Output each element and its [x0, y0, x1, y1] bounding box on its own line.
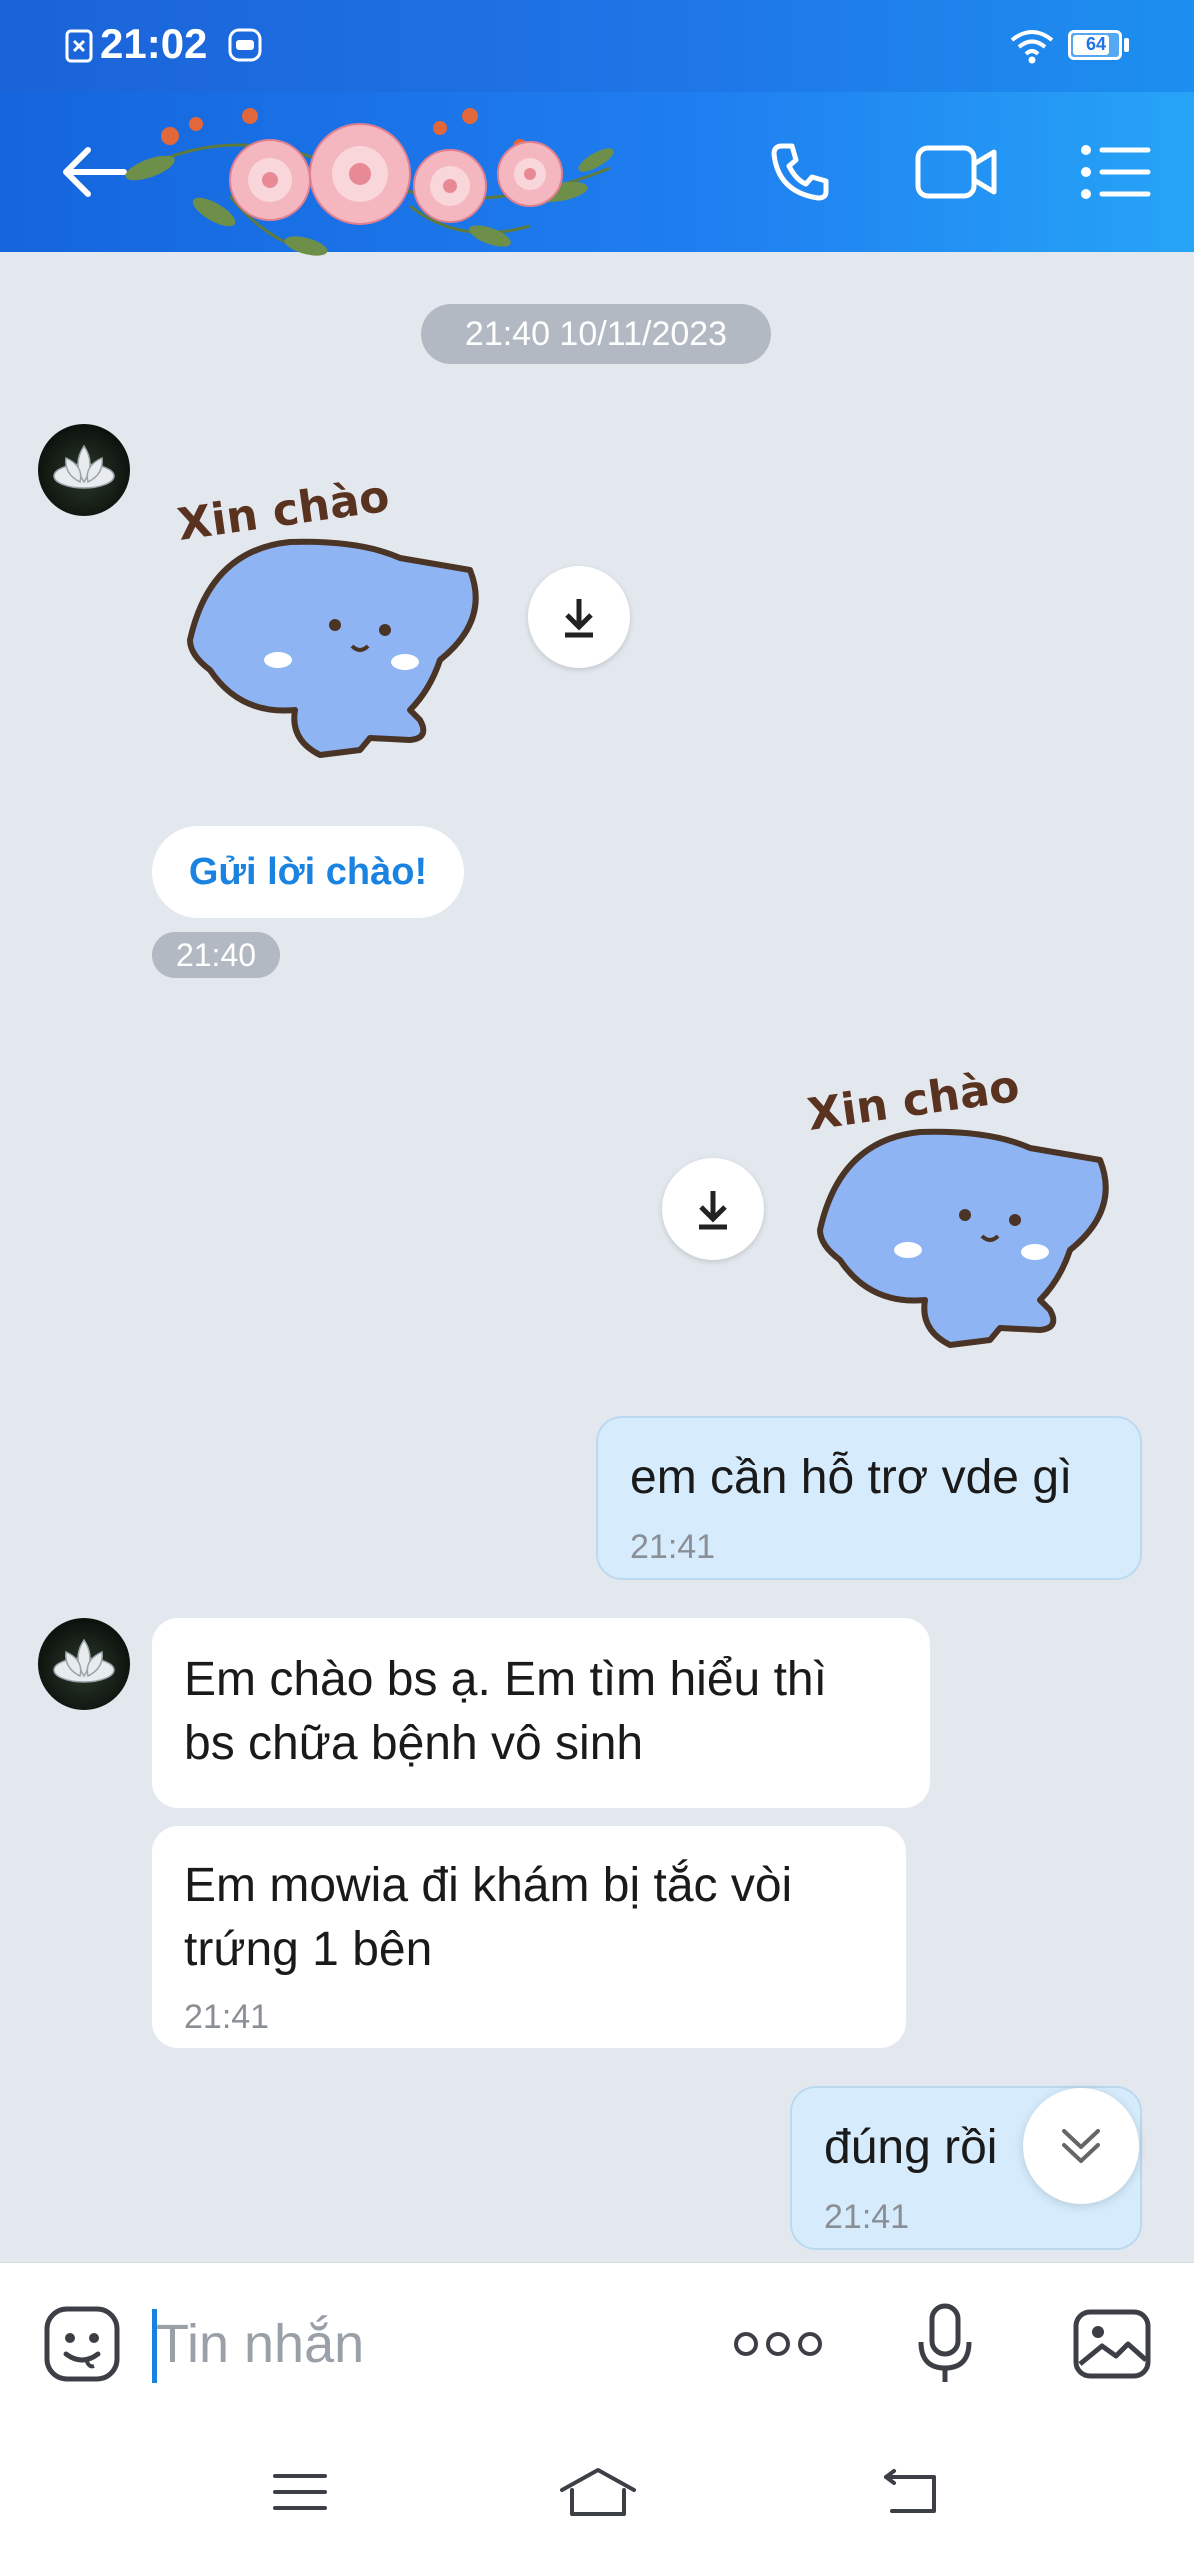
download-icon [565, 599, 593, 638]
download-sticker-button[interactable] [662, 1158, 764, 1260]
send-greeting-button[interactable]: Gửi lời chào! [152, 826, 464, 918]
menu-lines-icon [273, 2474, 327, 2510]
download-icon [699, 1191, 727, 1230]
message-time: 21:41 [630, 1528, 716, 1566]
more-dots-icon [734, 2332, 822, 2356]
message-text: Em mowia đi khám bị tắc vòi trứng 1 bên [184, 1859, 793, 1976]
message-time: 21:41 [184, 1998, 270, 2036]
video-camera-icon [915, 145, 997, 199]
message-text: Em chào bs ạ. Em tìm hiểu thì bs chữa bệ… [184, 1653, 827, 1770]
message-time: 21:40 [152, 932, 280, 978]
home-button[interactable] [556, 2424, 640, 2560]
video-call-button[interactable] [906, 92, 1006, 252]
outgoing-message[interactable]: em cần hỗ trơ vde gì 21:41 [596, 1416, 1142, 1580]
message-time: 21:41 [824, 2198, 910, 2236]
battery-indicator: 64 [1068, 30, 1122, 60]
flower-banner-image [125, 108, 614, 256]
cat-sticker-image: Xin chào [174, 471, 479, 758]
back-nav-icon [884, 2469, 936, 2513]
status-time: 21:02 [100, 20, 208, 67]
voice-call-button[interactable] [752, 92, 848, 252]
message-text: đúng rồi [824, 2121, 998, 2174]
download-sticker-button[interactable] [528, 566, 630, 668]
contact-avatar[interactable] [38, 424, 130, 516]
back-nav-button[interactable] [868, 2424, 952, 2560]
message-composer: Tin nhắn [0, 2262, 1194, 2425]
message-input[interactable]: Tin nhắn [156, 2313, 364, 2375]
home-icon [560, 2468, 636, 2516]
sticker-smiley-icon [44, 2306, 120, 2382]
image-gallery-icon [1073, 2309, 1151, 2379]
sticker-caption: Xin chào [804, 1061, 1022, 1141]
recent-apps-button[interactable] [260, 2424, 340, 2560]
system-navigation-bar [0, 2424, 1194, 2560]
cat-sticker-image: Xin chào [804, 1061, 1109, 1348]
microphone-icon [918, 2303, 972, 2382]
wifi-icon [1010, 30, 1054, 64]
emoji-button[interactable] [36, 2263, 128, 2425]
sticker-caption: Xin chào [174, 471, 392, 551]
lotus-avatar-image [53, 444, 115, 489]
gallery-button[interactable] [1064, 2263, 1160, 2425]
lotus-avatar-image [53, 1638, 115, 1683]
voice-message-button[interactable] [900, 2263, 990, 2425]
scroll-to-bottom-button[interactable] [1023, 2088, 1139, 2204]
screenshot-notification-icon [65, 29, 93, 63]
list-menu-icon [1081, 145, 1151, 199]
incoming-message[interactable]: Em mowia đi khám bị tắc vòi trứng 1 bên … [152, 1826, 906, 2048]
double-chevron-down-icon [1062, 2129, 1100, 2163]
incoming-message[interactable]: Em chào bs ạ. Em tìm hiểu thì bs chữa bệ… [152, 1618, 930, 1808]
battery-level: 64 [1085, 34, 1107, 54]
outgoing-sticker[interactable]: Xin chào [800, 1060, 1130, 1360]
message-text: em cần hỗ trơ vde gì [630, 1451, 1073, 1504]
zalo-notification-icon [228, 28, 262, 62]
more-options-button[interactable] [728, 2263, 828, 2425]
chat-header [0, 92, 1194, 256]
phone-icon [771, 143, 829, 201]
options-menu-button[interactable] [1066, 92, 1166, 252]
incoming-sticker[interactable]: Xin chào [170, 470, 500, 770]
contact-avatar[interactable] [38, 1618, 130, 1710]
date-separator: 21:40 10/11/2023 [421, 304, 771, 364]
